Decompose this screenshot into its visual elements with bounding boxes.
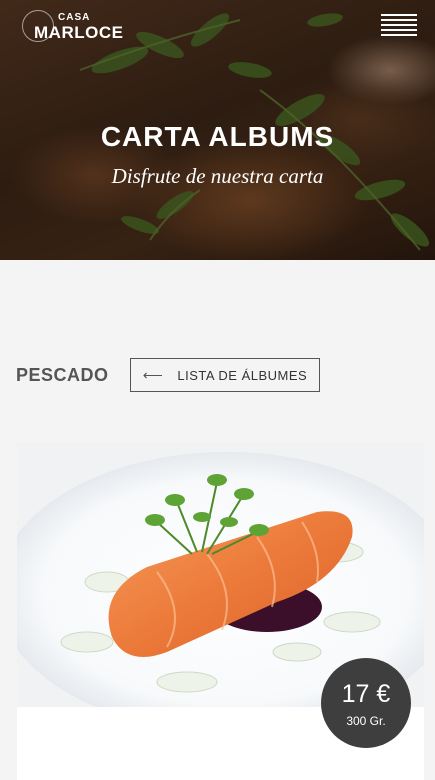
portion-weight: 300 Gr. (346, 714, 386, 728)
page-title: CARTA ALBUMS (100, 121, 335, 152)
brand-logo[interactable]: CASA MARLOCE (22, 10, 142, 46)
page-subtitle: Disfrute de nuestra carta (111, 164, 324, 188)
back-button-label: LISTA DE ÁLBUMES (177, 367, 308, 383)
logo-text-small: CASA (58, 12, 91, 23)
hero-banner: CASA MARLOCE CARTA ALBUMS Disfrute de nu… (0, 0, 435, 260)
hamburger-menu-icon[interactable] (381, 14, 417, 36)
price-value: 17 € (341, 680, 391, 708)
price-badge: 17 € 300 Gr. (321, 658, 411, 748)
category-label: PESCADO (16, 365, 109, 385)
arrow-left-icon: ⟵ (142, 366, 164, 383)
logo-text-main: MARLOCE (34, 23, 124, 42)
back-to-albums-button[interactable]: ⟵ LISTA DE ÁLBUMES (130, 358, 320, 392)
